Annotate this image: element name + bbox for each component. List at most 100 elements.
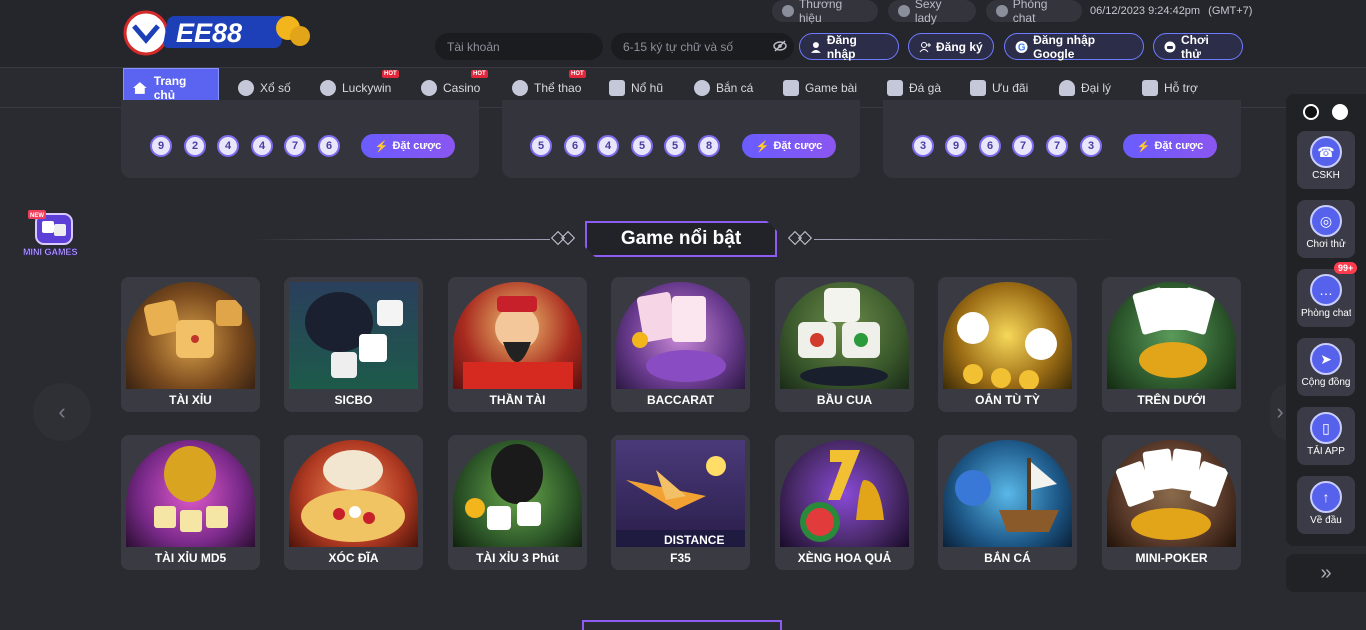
try-label: Chơi thử [1180,32,1209,61]
game-tile[interactable]: THẦN TÀI [448,277,587,412]
poker-cards-icon [1115,448,1229,540]
dice-cup-icon [305,292,403,378]
bet-button[interactable]: ⚡ Đặt cược [1123,134,1217,158]
lotto-ball: 6 [564,135,586,157]
game-tile[interactable]: MINI-POKER [1102,435,1241,570]
sexy-lady-label: Sexy lady [914,0,942,25]
game-tile[interactable]: SICBO [284,277,423,412]
brand-link[interactable]: Thương hiệu [772,0,878,25]
game-name: SICBO [334,393,373,407]
dark-theme-toggle[interactable] [1303,104,1319,120]
bet-button[interactable]: ⚡ Đặt cược [742,134,836,158]
slot-machine-icon [609,80,625,96]
diamond-icon [560,230,576,246]
fighter-jet-icon: DISTANCE [616,456,745,547]
game-tile[interactable]: BẦU CUA [775,277,914,412]
game-tile[interactable]: BẮN CÁ [938,435,1077,570]
lotto-ball: 4 [251,135,273,157]
chat-label: Phòng chat [1301,308,1351,319]
add-user-icon [919,41,931,52]
disc-shaking-icon [301,450,405,542]
game-art [1107,282,1236,389]
luckywin-icon [320,80,336,96]
game-tile[interactable]: BACCARAT [611,277,750,412]
username-input[interactable] [435,33,603,60]
home-icon [132,82,147,94]
community-button[interactable]: ➤ Cộng đồng [1297,338,1355,396]
bet-label: Đặt cược [392,140,442,152]
lotto-ball: 3 [1080,135,1102,157]
title-line-right [814,239,1114,240]
game-tile[interactable]: TÀI XỈU 3 Phút [448,435,587,570]
support-label: CSKH [1312,170,1340,181]
chevron-left-icon: ‹ [58,399,66,424]
game-name: TÀI XỈU 3 Phút [476,551,559,565]
game-tile[interactable]: DISTANCE F35 [611,435,750,570]
lightning-icon: ⚡ [755,140,770,153]
eye-icon[interactable] [773,40,787,52]
game-tile[interactable]: TÀI XỈU MD5 [121,435,260,570]
mini-games-new: NEW [30,213,44,219]
sports-icon [512,80,528,96]
rooster-icon [887,80,903,96]
game-tile[interactable]: XÓC ĐĨA [284,435,423,570]
game-name: TRÊN DƯỚI [1137,393,1206,407]
phone-icon: ▯ [1310,412,1342,444]
rail-try-button[interactable]: ◎ Chơi thử [1297,200,1355,258]
next-section-title [582,620,782,630]
game-name: XÈNG HOA QUẢ [797,551,892,565]
chat-room-label: Phòng chat [1012,0,1048,25]
game-art [943,282,1072,389]
brand-link-label: Thương hiệu [798,0,843,25]
mini-games-badge[interactable]: NEW MINI GAMES [22,210,88,262]
game-name: TÀI XỈU [169,393,212,407]
hot-badge: HOT [471,70,488,78]
nav-label: Casino [443,81,481,95]
lotto-ball: 9 [150,135,172,157]
fish-icon [694,80,710,96]
rail-try-label: Chơi thử [1306,239,1346,250]
distance-overlay: DISTANCE [664,533,724,547]
try-button[interactable]: Chơi thử [1153,32,1243,61]
collapse-rail-button[interactable]: » [1286,554,1366,592]
game-tile[interactable]: TÀI XỈU [121,277,260,412]
chevron-right-icon: › [1276,399,1284,424]
ee88-logo[interactable]: EE88 [122,6,317,56]
dice-icon [143,299,242,358]
gourd-crab-dice-icon [798,288,888,386]
register-label: Đăng ký [936,39,983,54]
user-icon [810,41,821,53]
game-art [453,282,582,389]
agent-icon [1059,80,1075,96]
light-theme-toggle[interactable] [1332,104,1348,120]
community-label: Cộng đồng [1301,377,1351,388]
hot-badge: HOT [569,70,586,78]
google-icon: G [1015,40,1028,53]
download-app-button[interactable]: ▯ TẢI APP [1297,407,1355,465]
bet-button[interactable]: ⚡ Đặt cược [361,134,455,158]
sexy-lady-link[interactable]: Sexy lady [888,0,976,25]
google-login-button[interactable]: G Đăng nhập Google [1004,33,1144,61]
register-button[interactable]: Đăng ký [908,33,994,60]
back-to-top-button[interactable]: ↑ Về đầu [1297,476,1355,534]
game-name: TÀI XỈU MD5 [154,551,227,565]
support-button[interactable]: ☎ CSKH [1297,131,1355,189]
password-input[interactable] [611,33,794,60]
login-button[interactable]: Đăng nhập [799,33,899,61]
game-name: BẮN CÁ [984,551,1031,565]
god-of-wealth-icon [463,296,573,389]
chat-button[interactable]: … Phòng chat [1297,269,1355,327]
carousel-prev-button[interactable]: ‹ [33,383,91,441]
chat-room-link[interactable]: Phòng chat [986,0,1082,25]
game-name: F35 [670,551,691,565]
play-icon [898,5,910,17]
casino-icon [421,80,437,96]
game-tile[interactable]: OẲN TÙ TỲ [938,277,1077,412]
bet-label: Đặt cược [773,140,823,152]
game-tile[interactable]: TRÊN DƯỚI [1102,277,1241,412]
game-tile[interactable]: XÈNG HOA QUẢ [775,435,914,570]
game-art [126,440,255,547]
lotto-ball: 2 [184,135,206,157]
lotto-ball: 8 [698,135,720,157]
nav-label: Nổ hũ [631,81,664,95]
